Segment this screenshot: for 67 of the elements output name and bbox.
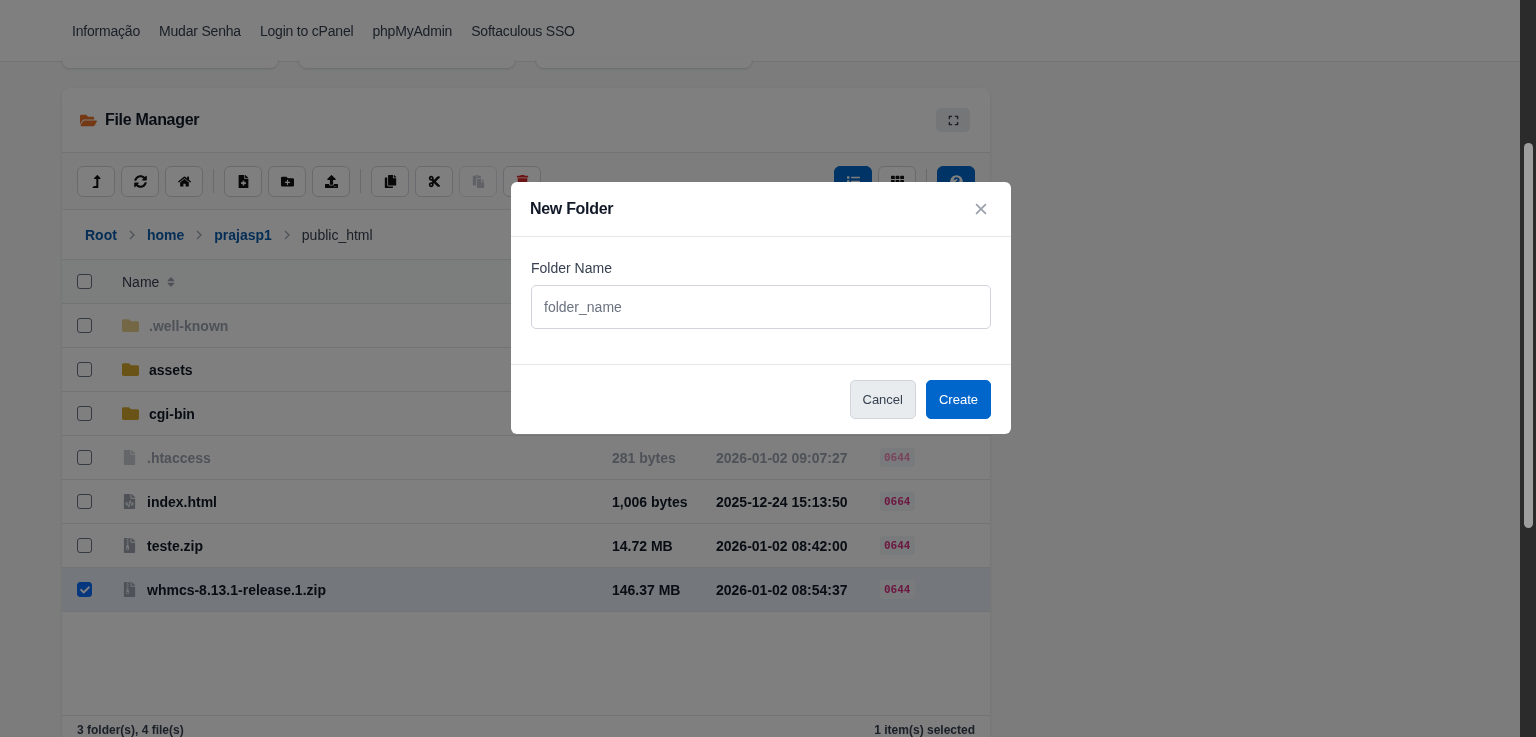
permissions-badge: 0644 (880, 580, 915, 599)
folder-name-field[interactable]: folder_name (531, 285, 991, 329)
home-icon (177, 174, 191, 188)
upload-icon (324, 174, 338, 188)
file-size: 1,006 bytes (612, 493, 689, 510)
new-file-button[interactable] (224, 165, 262, 197)
chevron-icon (128, 229, 135, 240)
row-checkbox[interactable] (77, 582, 92, 597)
nav-link[interactable]: phpMyAdmin (372, 22, 453, 39)
breadcrumb-link[interactable]: Root (85, 226, 117, 243)
dialog-title: New Folder (530, 200, 614, 218)
nav-link[interactable]: Softaculous SSO (471, 22, 575, 39)
expand-icon (947, 114, 959, 126)
scrollbar[interactable] (1520, 0, 1536, 737)
breadcrumb-link[interactable]: public_html (301, 226, 373, 243)
file-name[interactable]: teste.zip (147, 537, 203, 554)
scissors-icon (427, 174, 441, 188)
nav-link[interactable]: Informação (72, 22, 141, 39)
modified-date: 2026-01-02 08:54:37 (716, 581, 849, 598)
file-name[interactable]: whmcs-8.13.1-release.1.zip (147, 581, 326, 598)
copy-icon (383, 174, 397, 188)
archive-file-icon (122, 582, 137, 597)
chevron-icon (283, 229, 290, 240)
cancel-button[interactable]: Cancel (849, 380, 916, 419)
fullscreen-button[interactable] (936, 108, 970, 132)
field-label: Folder Name (531, 260, 613, 276)
file-size: 14.72 MB (612, 537, 674, 554)
permissions-badge: 0664 (880, 492, 915, 511)
new-folder-button[interactable] (268, 165, 306, 197)
panel-title: File Manager (105, 111, 201, 129)
row-checkbox[interactable] (77, 450, 92, 465)
permissions-badge: 0644 (880, 536, 915, 555)
column-header[interactable]: Name (122, 273, 178, 290)
select-all-checkbox[interactable] (77, 274, 92, 289)
item-count: 3 folder(s), 4 file(s) (77, 723, 184, 737)
cut-button[interactable] (415, 165, 453, 197)
copy-button[interactable] (371, 165, 409, 197)
refresh-icon (133, 174, 147, 188)
selection-count: 1 item(s) selected (874, 723, 975, 737)
file-size: 146.37 MB (612, 581, 682, 598)
modified-date: 2026-01-02 08:42:00 (716, 537, 849, 554)
row-checkbox[interactable] (77, 362, 92, 377)
scrollbar-thumb[interactable] (1523, 143, 1533, 528)
refresh-button[interactable] (121, 165, 159, 197)
upload-button[interactable] (312, 165, 350, 197)
file-name[interactable]: index.html (147, 493, 217, 510)
modified-date: 2025-12-24 15:13:50 (716, 493, 849, 510)
breadcrumb-link[interactable]: home (146, 226, 185, 243)
new-folder-icon (280, 174, 294, 188)
row-checkbox[interactable] (77, 406, 92, 421)
chevron-icon (196, 229, 203, 240)
file-name[interactable]: cgi-bin (149, 405, 195, 422)
code-file-icon (122, 494, 137, 509)
row-checkbox[interactable] (77, 538, 92, 553)
up-button[interactable] (77, 165, 115, 197)
home-button[interactable] (165, 165, 203, 197)
create-button[interactable]: Create (925, 380, 991, 419)
row-checkbox[interactable] (77, 494, 92, 509)
nav-link[interactable]: Login to cPanel (259, 22, 354, 39)
folder-icon (122, 405, 139, 422)
new-file-icon (236, 174, 250, 188)
nav-link[interactable]: Mudar Senha (159, 22, 241, 39)
folder-icon (122, 361, 139, 378)
row-checkbox[interactable] (77, 318, 92, 333)
breadcrumb-link[interactable]: prajasp1 (214, 226, 272, 243)
archive-file-icon (122, 538, 137, 553)
file-name[interactable]: assets (149, 361, 193, 378)
